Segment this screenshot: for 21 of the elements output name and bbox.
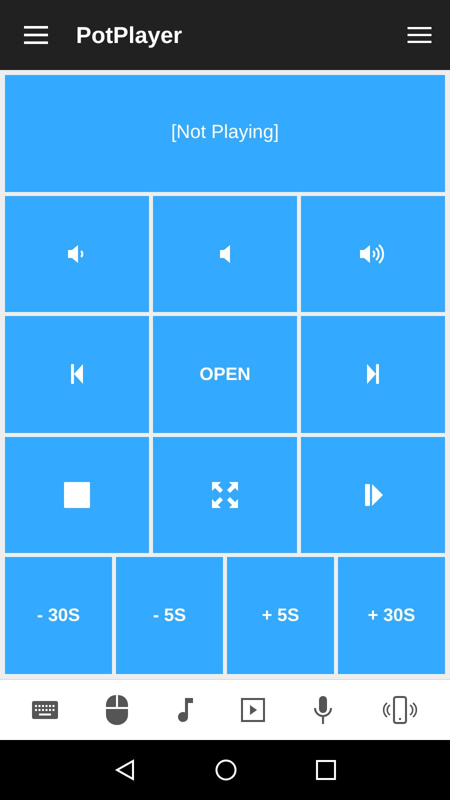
control-button[interactable]: OPEN [153, 316, 297, 433]
microphone-icon[interactable] [313, 696, 334, 724]
play-box-icon[interactable] [241, 698, 266, 722]
menu-icon[interactable] [24, 26, 48, 44]
recents-icon[interactable] [316, 760, 336, 780]
back-icon[interactable] [114, 759, 136, 781]
control-button[interactable]: + 30S [338, 557, 445, 674]
control-button[interactable]: + 5S [227, 557, 334, 674]
app-title: PotPlayer [76, 22, 184, 48]
control-button[interactable]: - 30S [5, 557, 112, 674]
fullscreen-icon [211, 481, 239, 510]
mouse-icon[interactable] [106, 695, 128, 725]
home-icon[interactable] [214, 759, 237, 781]
keyboard-icon[interactable] [32, 701, 58, 719]
music-note-icon[interactable] [176, 698, 193, 722]
now-playing-button[interactable]: [Not Playing] [5, 75, 445, 192]
menu-icon[interactable] [407, 27, 432, 43]
speaker-icon [220, 244, 230, 263]
phone-vibrate-icon[interactable] [382, 696, 418, 724]
control-button[interactable]: - 5S [116, 557, 223, 674]
stop-icon [63, 481, 91, 510]
